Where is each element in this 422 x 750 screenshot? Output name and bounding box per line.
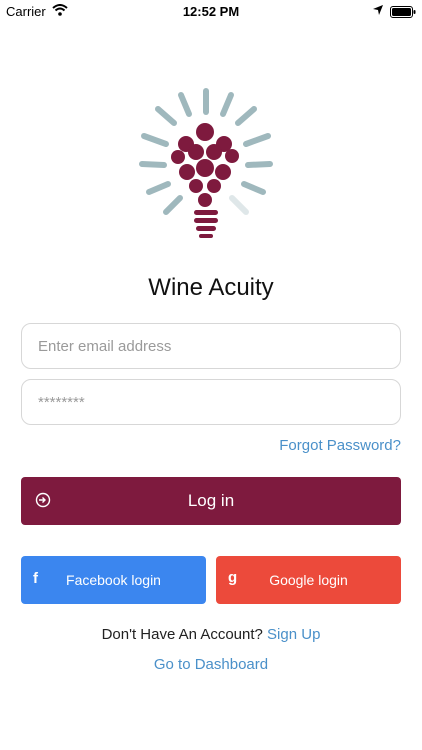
signup-prompt: Don't Have An Account? Sign Up — [0, 626, 422, 643]
google-login-label: Google login — [269, 572, 348, 588]
facebook-login-button[interactable]: f Facebook login — [21, 556, 206, 604]
email-field[interactable] — [21, 323, 401, 369]
app-title: Wine Acuity — [148, 274, 274, 301]
no-account-text: Don't Have An Account? — [101, 626, 263, 643]
forgot-password-link[interactable]: Forgot Password? — [279, 437, 401, 454]
facebook-icon: f — [33, 570, 38, 587]
facebook-login-label: Facebook login — [66, 572, 161, 588]
go-to-dashboard-link[interactable]: Go to Dashboard — [0, 656, 422, 673]
sign-up-link[interactable]: Sign Up — [267, 626, 320, 643]
location-icon — [372, 4, 384, 19]
login-button-label: Log in — [187, 491, 235, 510]
battery-icon — [390, 6, 416, 21]
grape-lightbulb-logo — [138, 86, 274, 242]
google-login-button[interactable]: g Google login — [216, 556, 401, 604]
login-button[interactable]: Log in — [21, 477, 401, 525]
login-icon — [35, 492, 51, 513]
password-field[interactable] — [21, 379, 401, 425]
google-icon: g — [228, 569, 238, 586]
status-bar: Carrier 12:52 PM — [0, 0, 422, 22]
status-time: 12:52 PM — [182, 4, 240, 19]
